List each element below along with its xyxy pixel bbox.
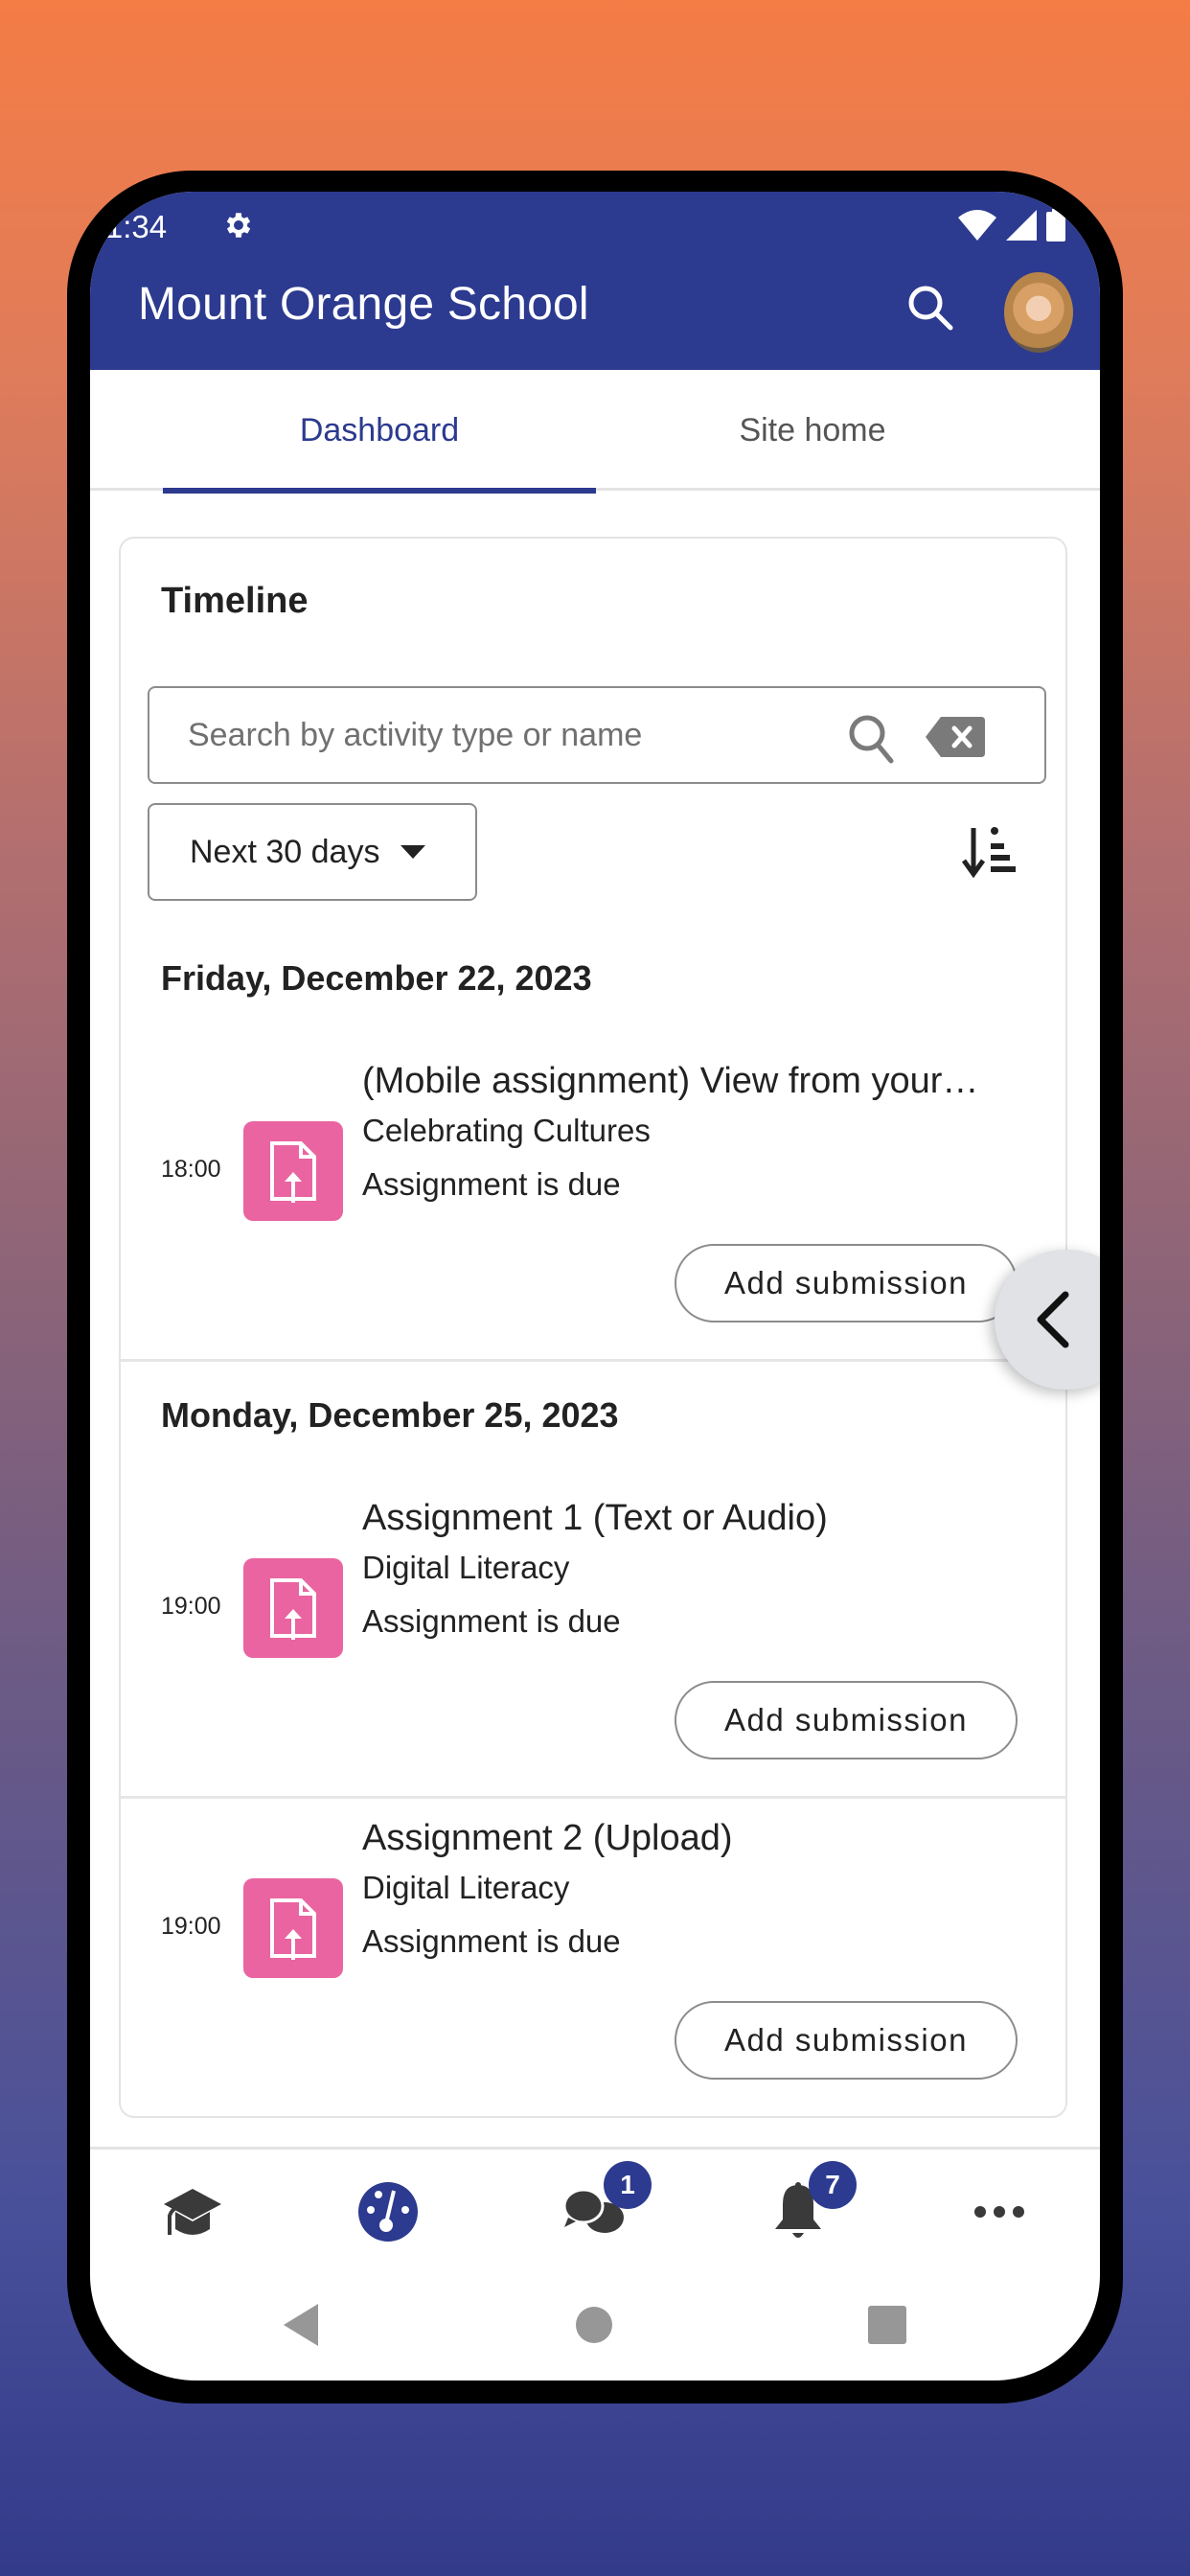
tab-bar: Dashboard Site home: [90, 370, 1100, 494]
event-course: Digital Literacy: [362, 1550, 570, 1585]
dashboard-gauge-icon: [358, 2182, 418, 2242]
tab-site-home[interactable]: Site home: [596, 370, 1029, 491]
event-course: Digital Literacy: [362, 1870, 570, 1905]
settings-icon: [226, 213, 251, 238]
system-home-icon[interactable]: [575, 2306, 613, 2344]
event-time: 19:00: [161, 1593, 221, 1620]
divider: [121, 1359, 1065, 1362]
add-submission-button[interactable]: Add submission: [675, 2001, 1018, 2080]
caret-down-icon: [400, 845, 426, 859]
graduation-cap-icon: [164, 2189, 221, 2235]
event-status: Assignment is due: [362, 1603, 621, 1639]
assignment-upload-icon: [243, 1121, 343, 1221]
date-heading: Monday, December 25, 2023: [161, 1395, 619, 1435]
signal-icon: [1006, 210, 1037, 241]
event-course: Celebrating Cultures: [362, 1113, 651, 1148]
event-status: Assignment is due: [362, 1923, 621, 1959]
app-title: Mount Orange School: [138, 279, 589, 330]
status-bar: 11:34: [90, 203, 1100, 251]
nav-dashboard[interactable]: [345, 2169, 431, 2255]
event-status: Assignment is due: [362, 1166, 621, 1202]
date-heading: Friday, December 22, 2023: [161, 958, 592, 998]
battery-icon: [1046, 209, 1065, 242]
system-back-icon[interactable]: [282, 2304, 320, 2346]
date-filter-value: Next 30 days: [190, 833, 380, 870]
notifications-badge: 7: [809, 2161, 857, 2209]
divider: [121, 1796, 1065, 1799]
messages-badge: 1: [604, 2161, 652, 2209]
wifi-icon: [958, 210, 996, 241]
event-name-link[interactable]: (Mobile assignment) View from your…: [362, 1058, 1037, 1104]
app-screen: 11:34 Mount Orange School Dashboard Site…: [90, 192, 1100, 2380]
add-submission-button[interactable]: Add submission: [675, 1244, 1018, 1322]
nav-messages[interactable]: 1: [550, 2161, 652, 2255]
app-bar: 11:34 Mount Orange School: [90, 192, 1100, 370]
tab-dashboard[interactable]: Dashboard: [163, 370, 596, 494]
search-icon[interactable]: [903, 280, 960, 337]
date-filter-select[interactable]: Next 30 days: [148, 803, 477, 901]
system-recents-icon[interactable]: [868, 2306, 906, 2344]
nav-notifications[interactable]: 7: [755, 2161, 857, 2255]
system-nav-bar: [90, 2267, 1100, 2380]
nav-more[interactable]: [956, 2169, 1042, 2255]
event-time: 19:00: [161, 1913, 221, 1940]
nav-my-courses[interactable]: [149, 2169, 236, 2255]
sort-by-dates-icon[interactable]: [962, 826, 1018, 878]
timeline-search-box: [148, 686, 1046, 784]
timeline-title: Timeline: [161, 581, 309, 621]
assignment-upload-icon: [243, 1558, 343, 1658]
search-icon[interactable]: [843, 709, 901, 767]
timeline-search-input[interactable]: [188, 688, 782, 782]
add-submission-button[interactable]: Add submission: [675, 1681, 1018, 1760]
chevron-left-icon: [1037, 1291, 1069, 1348]
status-time: 11:34: [90, 209, 168, 244]
assignment-upload-icon: [243, 1878, 343, 1978]
event-name-link[interactable]: Assignment 2 (Upload): [362, 1815, 1037, 1861]
clear-input-icon[interactable]: [926, 717, 985, 757]
user-avatar[interactable]: [1004, 272, 1073, 353]
more-dots-icon: [974, 2206, 1024, 2218]
timeline-card: Timeline Next 30 days Friday, D: [119, 537, 1067, 2118]
event-name-link[interactable]: Assignment 1 (Text or Audio): [362, 1495, 1037, 1541]
event-time: 18:00: [161, 1156, 221, 1183]
status-icons: [958, 209, 1065, 242]
bottom-nav: 1 7: [90, 2147, 1100, 2267]
